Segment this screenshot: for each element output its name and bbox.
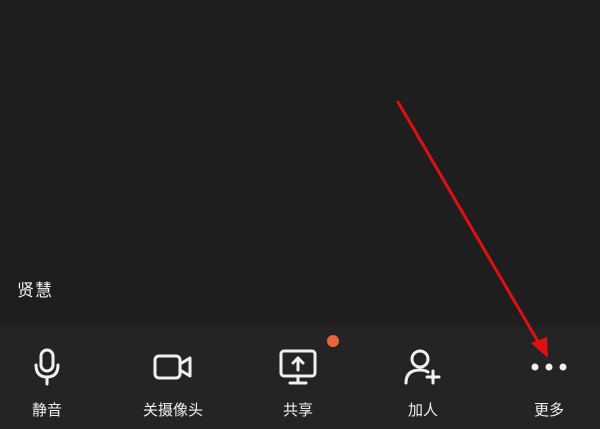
add-label: 加人	[407, 401, 438, 419]
video-area[interactable]: 贤慧	[0, 0, 600, 327]
camera-label: 关摄像头	[142, 401, 203, 419]
more-button[interactable]: 更多	[494, 327, 600, 429]
add-participant-button[interactable]: 加人	[368, 327, 478, 429]
share-label: 共享	[282, 401, 313, 419]
video-camera-icon	[153, 354, 192, 380]
mute-button[interactable]: 静音	[0, 327, 102, 429]
mute-label: 静音	[31, 401, 62, 419]
meeting-screen: 贤慧 静音 关摄像头 共享 加人 更多	[0, 0, 600, 429]
more-dots-icon	[531, 363, 567, 371]
add-person-icon	[404, 349, 441, 385]
camera-toggle-button[interactable]: 关摄像头	[118, 327, 228, 429]
share-notification-badge	[327, 335, 339, 347]
screen-share-icon	[279, 349, 317, 385]
meeting-toolbar: 静音 关摄像头 共享 加人 更多	[0, 327, 600, 429]
participant-name: 贤慧	[17, 281, 53, 301]
microphone-icon	[34, 348, 60, 386]
more-label: 更多	[533, 401, 564, 419]
